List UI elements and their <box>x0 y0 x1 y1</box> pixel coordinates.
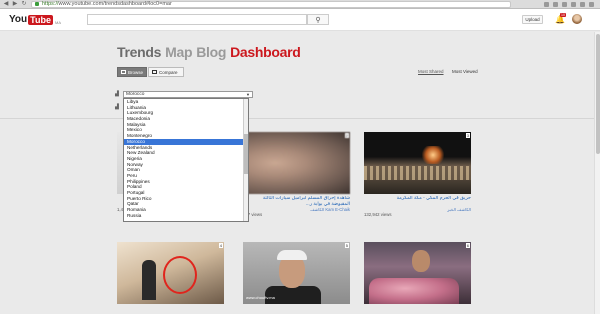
video-thumbnail[interactable]: 2 <box>243 132 350 194</box>
location-icon-secondary: ▟ <box>115 104 119 110</box>
nav-dashboard[interactable]: Dashboard <box>230 44 301 60</box>
video-title[interactable] <box>364 306 471 314</box>
browse-button[interactable]: Browse <box>117 67 147 77</box>
address-bar[interactable]: https:// www.youtube.com/trendsdashboard… <box>31 0 511 8</box>
red-circle-highlight <box>163 256 197 294</box>
logo-region-code: MA <box>55 20 61 25</box>
person-cap <box>277 250 307 260</box>
video-views: 387 views <box>243 212 263 217</box>
video-title[interactable]: حريق في الحرم المكي - مكة المكرمة <box>364 196 471 207</box>
rank-number: 2 <box>344 133 349 138</box>
fire-glow <box>422 146 444 164</box>
rank-number: 6 <box>465 243 470 248</box>
rank-number: 4 <box>218 243 223 248</box>
url-text: www.youtube.com/trendsdashboard#loc0=mar <box>58 1 172 7</box>
search-input[interactable] <box>87 14 307 25</box>
logo-tube-text: Tube <box>28 14 53 25</box>
watermark-text: www.chouftv.ma <box>246 295 275 300</box>
video-card[interactable]: 3 حريق في الحرم المكي - مكة المكرمة الكا… <box>364 132 471 217</box>
forward-arrow-icon[interactable]: ▶ <box>12 1 18 7</box>
person-face <box>412 250 430 272</box>
video-views: 132,942 views <box>364 212 392 217</box>
nav-blog[interactable]: Blog <box>196 44 226 60</box>
rank-number: 5 <box>344 243 349 248</box>
avatar[interactable] <box>572 14 582 24</box>
person-figure <box>142 260 156 300</box>
video-title[interactable]: شاهدة إحراق المسلم لبراميل سيارات الثالث… <box>243 196 350 207</box>
sort-most-shared[interactable]: Most Shared <box>418 69 444 74</box>
menu-icon[interactable] <box>589 1 594 7</box>
video-thumbnail[interactable]: 4 <box>117 242 224 304</box>
browser-toolbar: ◀ ▶ ↻ https:// www.youtube.com/trendsdas… <box>0 0 600 9</box>
location-dropdown-list[interactable]: Libya Lithuania Luxembourg Macedonia Malaysi… <box>123 98 249 222</box>
extension-icon[interactable] <box>562 1 567 7</box>
browse-label: Browse <box>127 69 143 75</box>
location-selected-value: Morocco <box>126 92 145 97</box>
extension-icon[interactable] <box>580 1 585 7</box>
compare-button[interactable]: Compare <box>148 67 184 77</box>
rank-number: 3 <box>465 133 470 138</box>
youtube-header: You Tube MA ⚲ Upload 🔔 10 <box>0 9 600 31</box>
search-icon: ⚲ <box>315 16 321 24</box>
scrollbar-thumb[interactable] <box>596 34 600 154</box>
extension-icon[interactable] <box>553 1 558 7</box>
nav-trends[interactable]: Trends <box>117 44 161 60</box>
dropdown-scroll-thumb[interactable] <box>244 134 248 174</box>
url-scheme: https:// <box>42 1 59 7</box>
dropdown-scrollbar[interactable] <box>243 99 248 221</box>
section-divider <box>0 118 594 119</box>
compare-icon <box>152 70 157 74</box>
upload-button[interactable]: Upload <box>522 15 543 24</box>
video-card[interactable]: 2 شاهدة إحراق المسلم لبراميل سيارات الثا… <box>243 132 350 217</box>
chevron-down-icon: ▼ <box>246 92 250 97</box>
extension-icons <box>544 1 594 7</box>
page-scrollbar[interactable] <box>594 32 600 314</box>
location-select[interactable]: Morocco ▼ <box>123 91 253 98</box>
browse-icon <box>121 70 126 74</box>
trends-nav: Trends Map Blog Dashboard <box>117 44 305 60</box>
video-thumbnail[interactable]: www.chouftv.ma 5 <box>243 242 350 304</box>
sort-most-viewed[interactable]: Most Viewed <box>452 69 478 74</box>
logo-you-text: You <box>9 14 28 25</box>
extension-icon[interactable] <box>544 1 549 7</box>
extension-icon[interactable] <box>571 1 576 7</box>
video-title[interactable] <box>117 306 224 314</box>
secure-lock-icon <box>35 2 39 6</box>
video-thumbnail[interactable]: 6 <box>364 242 471 304</box>
crowd-stands <box>364 166 471 180</box>
location-icon: ▟ <box>115 91 119 97</box>
video-thumbnail[interactable]: 3 <box>364 132 471 194</box>
video-title[interactable] <box>243 306 350 314</box>
youtube-logo[interactable]: You Tube MA <box>9 14 61 25</box>
back-arrow-icon[interactable]: ◀ <box>3 1 9 7</box>
reload-icon[interactable]: ↻ <box>21 1 27 7</box>
dropdown-option[interactable]: Russia <box>124 213 248 219</box>
notification-count-badge: 10 <box>560 13 566 17</box>
video-card[interactable]: 6 <box>364 242 471 314</box>
search-button[interactable]: ⚲ <box>307 14 329 25</box>
video-card[interactable]: www.chouftv.ma 5 <box>243 242 350 314</box>
nav-map[interactable]: Map <box>165 44 192 60</box>
video-card[interactable]: 4 <box>117 242 224 314</box>
blanket-shape <box>369 278 459 304</box>
compare-label: Compare <box>159 69 178 75</box>
